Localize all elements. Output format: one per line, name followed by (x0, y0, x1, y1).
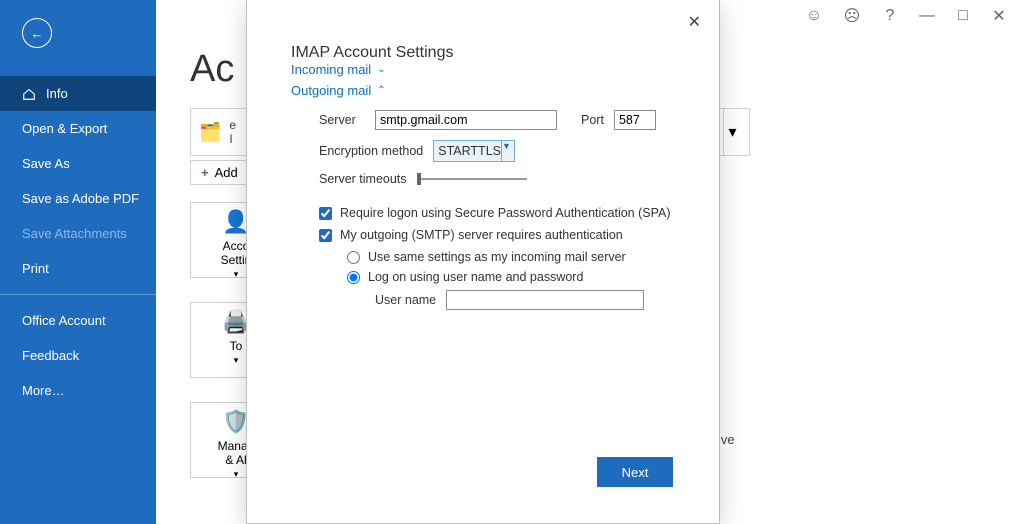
add-account-button-truncated[interactable]: + Add (190, 160, 249, 185)
slider-thumb[interactable] (417, 173, 421, 185)
sidebar-item-more[interactable]: More… (0, 373, 156, 408)
chevron-down-icon[interactable]: ▾ (723, 109, 741, 155)
tile-label: To (230, 339, 243, 353)
outgoing-mail-toggle[interactable]: Outgoing mail ⌃ (291, 83, 719, 98)
server-label: Server (319, 113, 365, 127)
smtp-auth-checkbox-row[interactable]: My outgoing (SMTP) server requires authe… (319, 228, 719, 242)
username-input[interactable] (446, 290, 644, 310)
chevron-down-icon: ⌄ (377, 64, 385, 75)
text-fragment: ive (718, 432, 735, 447)
sidebar-label: More… (22, 383, 65, 398)
window-maximize-icon[interactable]: □ (956, 9, 970, 23)
sidebar-label: Info (46, 86, 68, 101)
feedback-sad-icon[interactable]: ☹ (844, 8, 860, 24)
sidebar-item-save-adobe-pdf[interactable]: Save as Adobe PDF (0, 181, 156, 216)
home-icon (22, 87, 36, 101)
button-label: Add (215, 165, 238, 180)
page-heading-truncated: Ac (190, 48, 234, 91)
chevron-down-icon: ▼ (501, 141, 511, 161)
server-input[interactable] (375, 110, 557, 130)
sidebar-item-save-as[interactable]: Save As (0, 146, 156, 181)
sidebar-item-info[interactable]: Info (0, 76, 156, 111)
window-titlebar: ☺ ☹ ? — □ ✕ (806, 0, 1024, 32)
window-close-icon[interactable]: ✕ (992, 9, 1006, 23)
smtp-auth-checkbox[interactable] (319, 229, 332, 242)
sidebar-item-print[interactable]: Print (0, 251, 156, 286)
text-frag: I (229, 132, 236, 146)
backstage-sidebar: ← Info Open & Export Save As Save as Ado… (0, 0, 156, 524)
dialog-title: IMAP Account Settings (291, 44, 719, 62)
section-label: Incoming mail (291, 62, 371, 77)
mailbox-icon: 🗂️ (199, 122, 221, 143)
sidebar-label: Office Account (22, 313, 106, 328)
sidebar-item-save-attachments: Save Attachments (0, 216, 156, 251)
encryption-label: Encryption method (319, 144, 423, 158)
server-timeouts-label: Server timeouts (319, 172, 407, 186)
dropdown-value: STARTTLS (438, 144, 501, 158)
sidebar-label: Save Attachments (22, 226, 127, 241)
help-icon[interactable]: ? (882, 8, 898, 24)
arrow-left-icon: ← (31, 26, 44, 41)
feedback-happy-icon[interactable]: ☺ (806, 8, 822, 24)
spa-checkbox[interactable] (319, 207, 332, 220)
logon-radio[interactable] (347, 271, 360, 284)
use-same-settings-radio-row[interactable]: Use same settings as my incoming mail se… (347, 250, 719, 264)
sidebar-label: Save As (22, 156, 70, 171)
outgoing-mail-form: Server Port Encryption method STARTTLS ▼… (319, 110, 719, 310)
sidebar-label: Open & Export (22, 121, 107, 136)
encryption-method-dropdown[interactable]: STARTTLS ▼ (433, 140, 515, 162)
text-frag: e (229, 118, 236, 132)
sidebar-item-office-account[interactable]: Office Account (0, 303, 156, 338)
auth-radio-group: Use same settings as my incoming mail se… (347, 250, 719, 310)
back-button[interactable]: ← (22, 18, 52, 48)
window-minimize-icon[interactable]: — (920, 9, 934, 23)
sidebar-label: Save as Adobe PDF (22, 191, 139, 206)
username-label: User name (375, 293, 436, 307)
sidebar-item-feedback[interactable]: Feedback (0, 338, 156, 373)
sidebar-separator (0, 294, 156, 295)
chevron-up-icon: ⌃ (377, 85, 385, 96)
port-input[interactable] (614, 110, 656, 130)
section-label: Outgoing mail (291, 83, 371, 98)
next-button[interactable]: Next (597, 457, 673, 487)
incoming-mail-toggle[interactable]: Incoming mail ⌄ (291, 62, 719, 77)
checkbox-label: Require logon using Secure Password Auth… (340, 206, 671, 220)
checkbox-label: My outgoing (SMTP) server requires authe… (340, 228, 623, 242)
plus-icon: + (201, 165, 209, 180)
imap-settings-dialog: ✕ IMAP Account Settings Incoming mail ⌄ … (246, 0, 720, 524)
use-same-settings-radio[interactable] (347, 251, 360, 264)
sidebar-item-open-export[interactable]: Open & Export (0, 111, 156, 146)
sidebar-label: Print (22, 261, 49, 276)
sidebar-label: Feedback (22, 348, 79, 363)
radio-label: Use same settings as my incoming mail se… (368, 250, 626, 264)
server-timeouts-slider[interactable] (417, 178, 527, 180)
logon-radio-row[interactable]: Log on using user name and password (347, 270, 719, 284)
port-label: Port (581, 113, 604, 127)
spa-checkbox-row[interactable]: Require logon using Secure Password Auth… (319, 206, 719, 220)
dialog-close-button[interactable]: ✕ (688, 12, 701, 32)
radio-label: Log on using user name and password (368, 270, 583, 284)
